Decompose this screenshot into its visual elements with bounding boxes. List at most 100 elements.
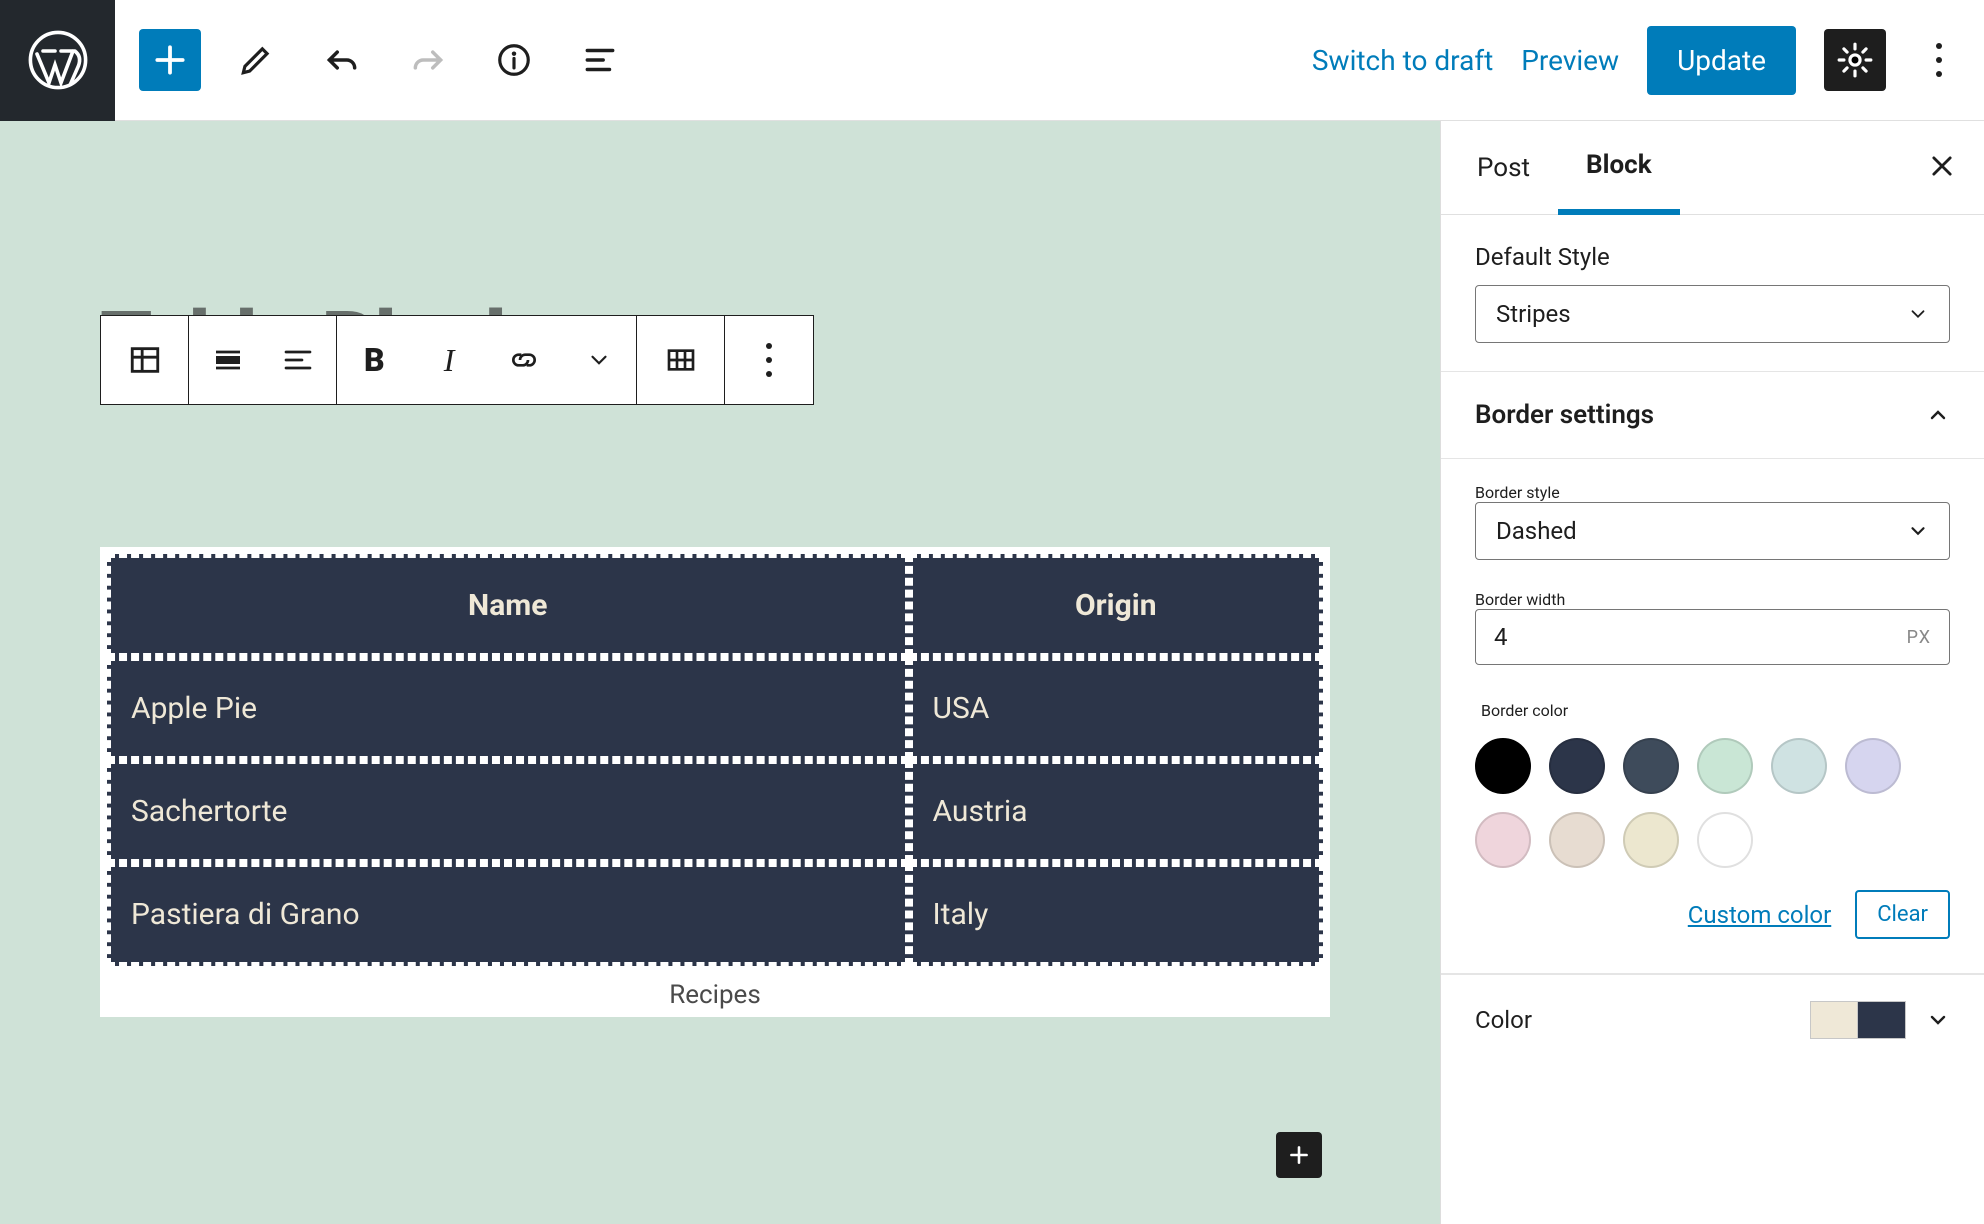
- switch-to-draft-link[interactable]: Switch to draft: [1312, 44, 1493, 77]
- block-more-button[interactable]: [725, 316, 813, 404]
- color-swatch[interactable]: [1771, 738, 1827, 794]
- tab-block[interactable]: Block: [1558, 121, 1680, 215]
- border-settings-title: Border settings: [1475, 400, 1654, 430]
- pencil-icon: [237, 41, 275, 79]
- table-cell[interactable]: Apple Pie: [107, 657, 909, 760]
- default-style-select[interactable]: Stripes: [1475, 285, 1950, 343]
- add-block-below-button[interactable]: [1276, 1132, 1322, 1178]
- color-preview-chips: [1810, 1001, 1906, 1039]
- border-style-select[interactable]: Dashed: [1475, 502, 1950, 560]
- undo-button[interactable]: [311, 29, 373, 91]
- link-icon: [508, 344, 540, 376]
- kebab-icon: [1936, 39, 1942, 81]
- block-toolbar: B I: [100, 315, 814, 405]
- plus-icon: [1286, 1142, 1312, 1168]
- bold-icon: B: [364, 341, 385, 379]
- table-grid-icon: [665, 344, 697, 376]
- update-button[interactable]: Update: [1647, 26, 1796, 95]
- bold-button[interactable]: B: [339, 341, 409, 379]
- redo-icon: [409, 41, 447, 79]
- editor-canvas[interactable]: Table Block B I: [0, 121, 1440, 1224]
- link-button[interactable]: [489, 341, 559, 379]
- outline-button[interactable]: [569, 29, 631, 91]
- sidebar-tabs: Post Block: [1441, 121, 1984, 215]
- wp-logo[interactable]: [0, 0, 115, 121]
- border-width-input[interactable]: 4 PX: [1475, 609, 1950, 665]
- more-options-button[interactable]: [1914, 29, 1964, 91]
- border-width-value: 4: [1494, 623, 1508, 651]
- kebab-icon: [766, 339, 772, 381]
- border-style-label: Border style: [1475, 483, 1950, 502]
- custom-color-link[interactable]: Custom color: [1688, 901, 1831, 929]
- redo-button[interactable]: [397, 29, 459, 91]
- close-sidebar-button[interactable]: [1908, 152, 1976, 184]
- color-swatch[interactable]: [1845, 738, 1901, 794]
- chevron-down-icon: [586, 347, 612, 373]
- color-chip-text: [1810, 1001, 1858, 1039]
- table-caption[interactable]: Recipes: [107, 980, 1323, 1010]
- chevron-down-icon: [1926, 1008, 1950, 1032]
- settings-sidebar: Post Block Default Style Stripes Border …: [1440, 121, 1984, 1224]
- color-swatch[interactable]: [1697, 812, 1753, 868]
- italic-icon: I: [444, 342, 455, 379]
- color-swatch[interactable]: [1549, 738, 1605, 794]
- chevron-down-icon: [1907, 303, 1929, 325]
- table-row[interactable]: Pastiera di Grano Italy: [107, 863, 1323, 966]
- color-swatch[interactable]: [1623, 738, 1679, 794]
- default-style-value: Stripes: [1496, 300, 1571, 328]
- plus-icon: [151, 41, 189, 79]
- preview-link[interactable]: Preview: [1521, 44, 1619, 77]
- edit-table-button[interactable]: [637, 316, 725, 404]
- list-outline-icon: [581, 41, 619, 79]
- block-type-button[interactable]: [101, 316, 189, 404]
- table-cell[interactable]: Austria: [909, 760, 1323, 863]
- italic-button[interactable]: I: [414, 341, 484, 379]
- clear-color-button[interactable]: Clear: [1855, 890, 1950, 939]
- info-icon: [495, 41, 533, 79]
- chevron-down-icon: [1907, 520, 1929, 542]
- close-icon: [1928, 152, 1956, 180]
- format-group: B I: [337, 316, 637, 404]
- color-section-header[interactable]: Color: [1441, 974, 1984, 1065]
- color-swatch[interactable]: [1475, 738, 1531, 794]
- table-cell[interactable]: Pastiera di Grano: [107, 863, 909, 966]
- color-swatch[interactable]: [1623, 812, 1679, 868]
- border-color-label: Border color: [1481, 701, 1950, 720]
- default-style-label: Default Style: [1475, 243, 1950, 271]
- align-wide-button[interactable]: [193, 344, 263, 376]
- table-header-row[interactable]: Name Origin: [107, 554, 1323, 657]
- border-width-label: Border width: [1475, 590, 1950, 609]
- align-wide-icon: [212, 344, 244, 376]
- align-left-button[interactable]: [263, 344, 333, 376]
- chevron-up-icon: [1926, 403, 1950, 427]
- border-color-actions: Custom color Clear: [1475, 890, 1950, 939]
- add-block-button[interactable]: [139, 29, 201, 91]
- table-row[interactable]: Apple Pie USA: [107, 657, 1323, 760]
- table-cell[interactable]: Italy: [909, 863, 1323, 966]
- wordpress-logo-icon: [28, 30, 88, 90]
- color-swatch[interactable]: [1475, 812, 1531, 868]
- table-cell[interactable]: USA: [909, 657, 1323, 760]
- settings-button[interactable]: [1824, 29, 1886, 91]
- color-swatch[interactable]: [1697, 738, 1753, 794]
- border-settings-body: Border style Dashed Border width 4 PX Bo…: [1441, 459, 1984, 974]
- table-header-cell[interactable]: Name: [107, 554, 909, 657]
- color-chip-bg: [1858, 1001, 1906, 1039]
- border-color-swatches: [1475, 738, 1950, 868]
- default-style-panel: Default Style Stripes: [1441, 215, 1984, 372]
- toolbar-left: [139, 29, 631, 91]
- workspace: Table Block B I: [0, 121, 1984, 1224]
- edit-button[interactable]: [225, 29, 287, 91]
- table-cell[interactable]: Sachertorte: [107, 760, 909, 863]
- table-header-cell[interactable]: Origin: [909, 554, 1323, 657]
- table-block-wrapper[interactable]: Name Origin Apple Pie USA Sachertorte Au…: [100, 547, 1330, 1017]
- align-left-icon: [282, 344, 314, 376]
- more-format-button[interactable]: [564, 341, 634, 379]
- table-block[interactable]: Name Origin Apple Pie USA Sachertorte Au…: [107, 554, 1323, 966]
- tab-post[interactable]: Post: [1449, 121, 1558, 215]
- info-button[interactable]: [483, 29, 545, 91]
- border-settings-header[interactable]: Border settings: [1441, 372, 1984, 459]
- color-swatch[interactable]: [1549, 812, 1605, 868]
- table-row[interactable]: Sachertorte Austria: [107, 760, 1323, 863]
- border-style-value: Dashed: [1496, 517, 1577, 545]
